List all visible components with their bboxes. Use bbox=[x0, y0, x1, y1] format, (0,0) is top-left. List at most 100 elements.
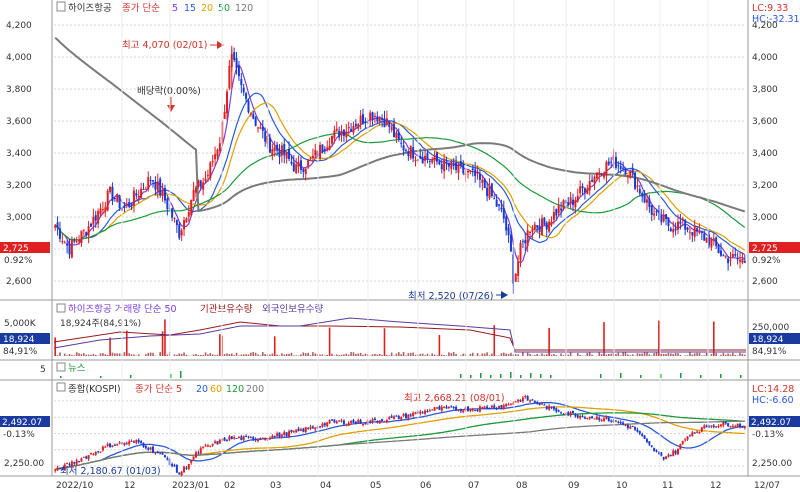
volume-bar bbox=[636, 353, 639, 356]
candle-body bbox=[636, 185, 639, 187]
candle-body bbox=[137, 195, 140, 198]
index-candle-body bbox=[75, 460, 78, 465]
candle-body bbox=[359, 115, 362, 124]
index-candle-body bbox=[233, 437, 236, 439]
index-candle-body bbox=[703, 425, 706, 429]
news-bar bbox=[700, 375, 702, 378]
index-legend-120: 120 bbox=[226, 384, 244, 395]
index-candle-body bbox=[710, 425, 713, 427]
volume-bar bbox=[59, 352, 61, 356]
volume-bar bbox=[443, 355, 445, 356]
index-candle-body bbox=[247, 436, 250, 438]
price-y-tick-left: 3,000 bbox=[6, 213, 32, 223]
volume-bar bbox=[326, 354, 329, 356]
volume-bar bbox=[409, 352, 412, 356]
news-bar bbox=[470, 375, 472, 378]
index-candle-body bbox=[443, 407, 446, 409]
index-candle-body bbox=[471, 408, 474, 411]
candle-body bbox=[335, 128, 338, 131]
index-candle-body bbox=[691, 432, 694, 437]
candle-body bbox=[73, 240, 76, 242]
index-candle-body bbox=[97, 451, 100, 453]
candle-body bbox=[92, 216, 95, 225]
volume-bar bbox=[68, 354, 71, 356]
volume-bar bbox=[481, 353, 484, 356]
candle-body bbox=[226, 91, 228, 114]
volume-bar bbox=[102, 353, 104, 356]
volume-bar bbox=[720, 354, 722, 356]
volume-bar bbox=[288, 353, 290, 356]
volume-bar bbox=[655, 352, 658, 356]
volume-bar bbox=[712, 321, 715, 356]
volume-bar bbox=[63, 353, 66, 356]
volume-bar bbox=[173, 354, 176, 356]
candle-body bbox=[347, 126, 350, 129]
volume-bar bbox=[264, 354, 266, 356]
candle-body bbox=[240, 79, 243, 86]
index-candle-body bbox=[719, 424, 722, 427]
price-y-tick-left: 3,400 bbox=[6, 149, 32, 159]
candle-body bbox=[180, 230, 183, 236]
ma-legend-50: 50 bbox=[218, 3, 230, 14]
candle-body bbox=[731, 253, 734, 258]
index-candle-body bbox=[467, 406, 470, 412]
candle-body bbox=[261, 126, 264, 131]
candle-body bbox=[500, 207, 503, 210]
candle-body bbox=[283, 143, 286, 156]
index-candle-body bbox=[395, 415, 398, 417]
volume-bar bbox=[99, 353, 102, 356]
volume-bar bbox=[230, 353, 233, 356]
index-candle-body bbox=[254, 439, 257, 441]
index-legend-200: 200 bbox=[246, 384, 264, 395]
candle-body bbox=[729, 259, 732, 261]
candle-body bbox=[424, 155, 427, 161]
index-candle-body bbox=[135, 439, 138, 444]
volume-bar bbox=[285, 353, 288, 356]
candle-body bbox=[402, 145, 405, 151]
candle-body bbox=[66, 243, 69, 246]
candle-body bbox=[185, 218, 188, 223]
index-candle-body bbox=[264, 439, 267, 441]
volume-bar bbox=[405, 355, 407, 356]
volume-bar bbox=[665, 353, 667, 356]
volume-bar bbox=[724, 354, 727, 356]
volume-bar bbox=[180, 353, 183, 356]
candle-body bbox=[395, 132, 398, 139]
candle-body bbox=[495, 199, 498, 207]
volume-bar bbox=[667, 352, 670, 356]
index-candle-body bbox=[371, 419, 374, 423]
current-price-right: 2,725 bbox=[752, 244, 778, 254]
index-candle-body bbox=[330, 419, 333, 421]
index-candle-body bbox=[378, 420, 381, 424]
candle-body bbox=[540, 218, 543, 235]
index-candle-body bbox=[645, 439, 648, 442]
volume-bar bbox=[254, 352, 257, 356]
index-candle-body bbox=[357, 419, 360, 424]
index-candle-body bbox=[373, 418, 376, 421]
chart-canvas[interactable]: 4,200 4,2004,000 4,0003,800 3,8003,600 3,600… bbox=[0, 0, 800, 492]
volume-bar bbox=[202, 354, 204, 356]
candle-body bbox=[474, 169, 477, 177]
volume-bar bbox=[54, 337, 56, 356]
volume-bar bbox=[176, 354, 178, 356]
volume-bar bbox=[261, 352, 264, 356]
news-bar bbox=[480, 373, 482, 378]
volume-bar bbox=[534, 355, 536, 356]
volume-bar bbox=[273, 336, 276, 356]
news-bar bbox=[180, 371, 182, 378]
candle-body bbox=[421, 156, 424, 164]
index-candle-body bbox=[402, 414, 405, 416]
index-candle-body bbox=[223, 437, 226, 441]
volume-bar bbox=[371, 354, 374, 356]
candle-body bbox=[567, 202, 570, 205]
candle-body bbox=[614, 156, 617, 168]
candle-body bbox=[471, 168, 474, 170]
index-candle-body bbox=[665, 456, 668, 459]
volume-bar bbox=[553, 354, 555, 356]
volume-bar bbox=[178, 353, 181, 356]
candle-body bbox=[629, 170, 632, 178]
volume-bar bbox=[290, 352, 293, 356]
volume-bar bbox=[388, 355, 391, 356]
index-candle-body bbox=[567, 412, 570, 415]
candle-body bbox=[173, 218, 176, 220]
